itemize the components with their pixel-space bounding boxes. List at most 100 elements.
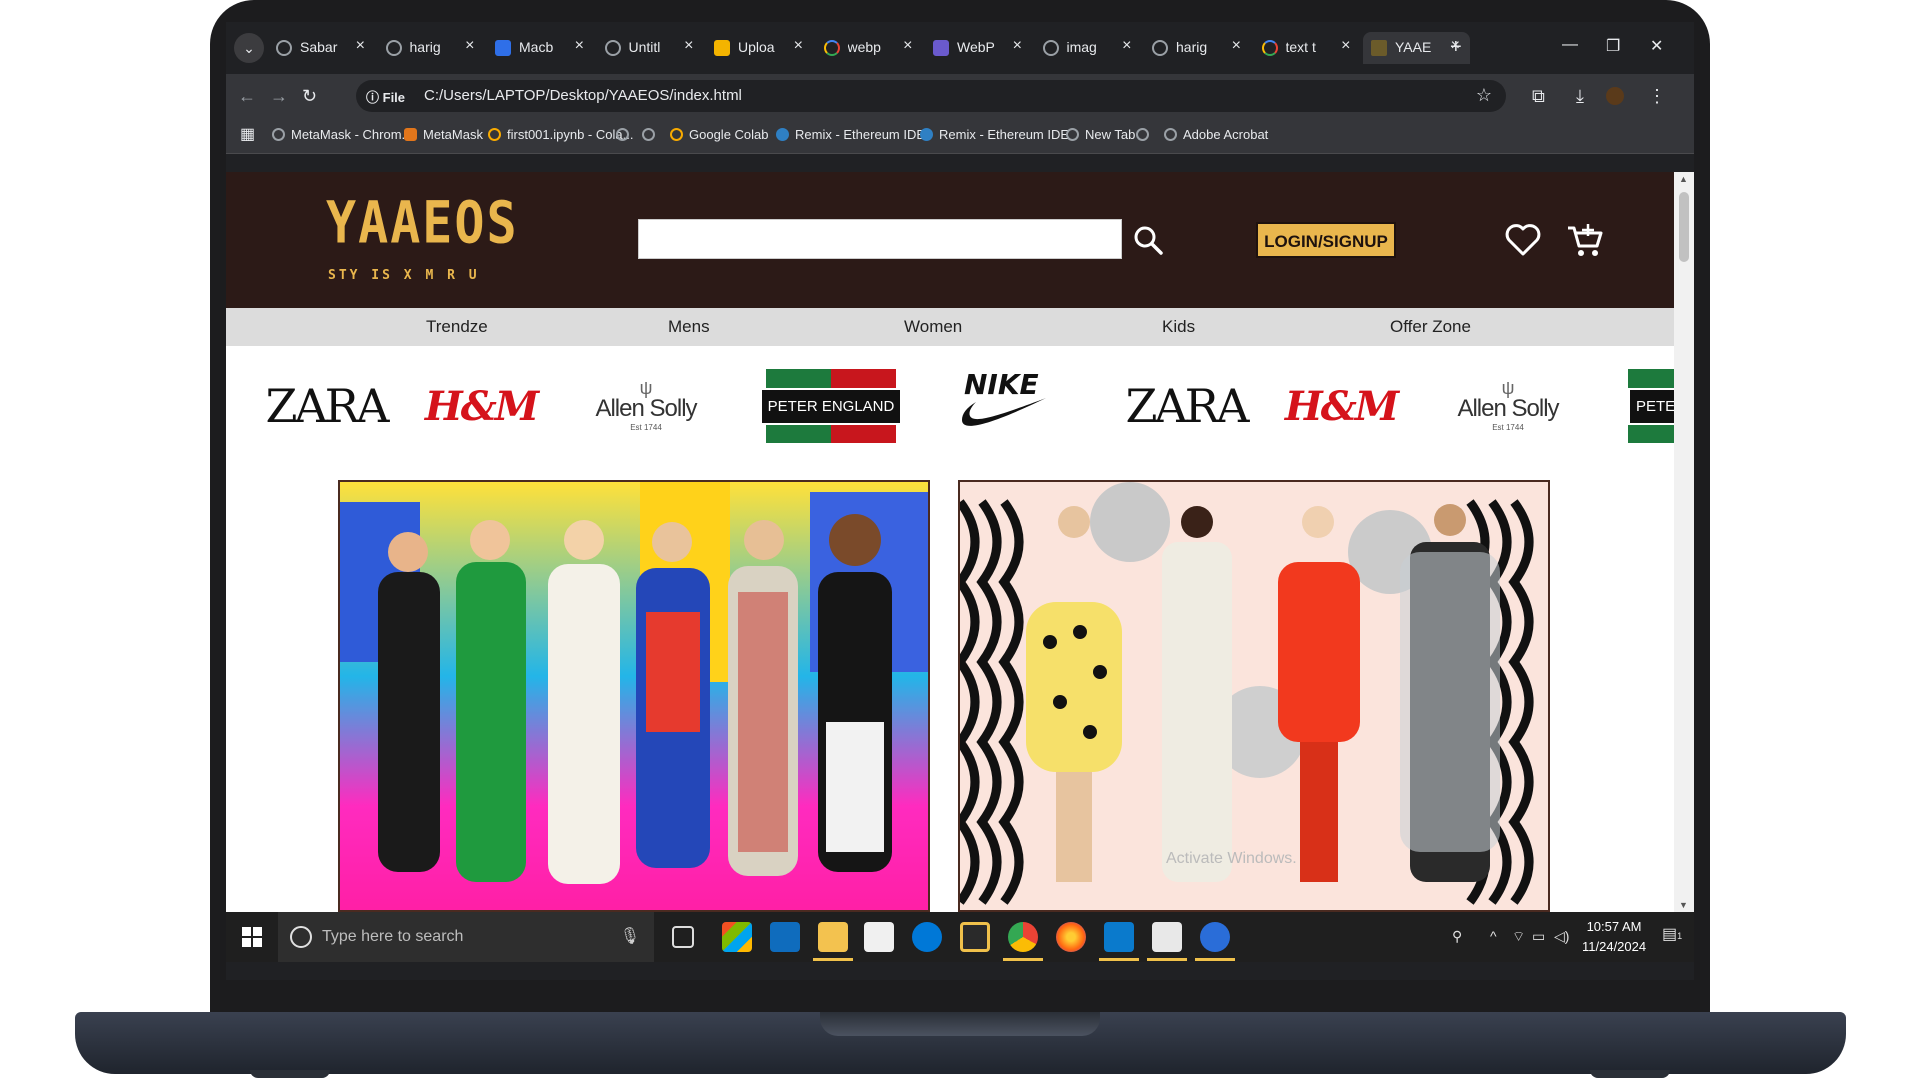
minimize-button[interactable]: — xyxy=(1562,36,1578,54)
wifi-icon[interactable]: ⌔ xyxy=(1512,928,1525,946)
bookmark-item[interactable] xyxy=(642,127,661,142)
tab-search-chevron-icon[interactable]: ⌄ xyxy=(234,33,264,63)
bookmark-item[interactable]: MetaMask - Chrom... xyxy=(272,127,412,142)
windows-start-icon[interactable] xyxy=(242,927,262,952)
taskbar-search-placeholder: Type here to search xyxy=(322,928,464,945)
back-arrow-icon[interactable]: ← xyxy=(238,86,256,107)
vscode-icon[interactable] xyxy=(1104,922,1134,952)
brand-logo-peter-england[interactable]: PETER xyxy=(1628,346,1674,466)
nav-item-women[interactable]: Women xyxy=(904,317,962,337)
people-icon[interactable]: ⚲ xyxy=(1452,928,1462,945)
scrollbar-thumb[interactable] xyxy=(1679,192,1689,262)
extensions-puzzle-icon[interactable]: ⧉ xyxy=(1532,86,1545,107)
brand-logo-allen-solly[interactable]: ψ Allen Solly Est 1744 xyxy=(1438,346,1578,466)
close-tab-icon[interactable]: × xyxy=(356,37,365,55)
task-view-icon[interactable] xyxy=(672,926,694,948)
new-tab-button[interactable]: + xyxy=(1450,36,1462,59)
bookmark-favicon-icon xyxy=(488,128,501,141)
microphone-icon[interactable]: 🎙 xyxy=(620,926,640,946)
taskbar-clock[interactable]: 10:57 AM 11/24/2024 xyxy=(1582,917,1646,957)
wishlist-heart-icon[interactable] xyxy=(1502,220,1544,260)
bookmark-item[interactable]: New Tab xyxy=(1066,127,1135,142)
show-hidden-icons-chevron-up-icon[interactable]: ^ xyxy=(1490,928,1497,944)
site-logo[interactable]: YAAEOS xyxy=(326,190,519,257)
browser-tab[interactable]: Untitl × xyxy=(597,32,704,64)
bookmark-item[interactable]: first001.ipynb - Cola... xyxy=(488,127,633,142)
browser-tab-label: Sabar xyxy=(300,39,338,55)
nav-item-mens[interactable]: Mens xyxy=(668,317,710,337)
photos-app-icon[interactable] xyxy=(1152,922,1182,952)
nav-item-trendze[interactable]: Trendze xyxy=(426,317,488,337)
close-window-button[interactable]: ✕ xyxy=(1650,36,1663,56)
hero-image-street-style[interactable] xyxy=(338,480,930,912)
browser-tab[interactable]: harig × xyxy=(378,32,485,64)
bookmark-item[interactable]: Google Colab xyxy=(670,127,769,142)
brand-logo-zara[interactable]: ZARA xyxy=(1125,346,1249,466)
file-explorer-icon[interactable] xyxy=(818,922,848,952)
settings-gear-icon[interactable] xyxy=(1200,922,1230,952)
apps-grid-icon[interactable]: ▦ xyxy=(240,124,255,144)
close-tab-icon[interactable]: × xyxy=(794,37,803,55)
forward-arrow-icon[interactable]: → xyxy=(270,86,288,107)
scroll-down-arrow-icon[interactable]: ▼ xyxy=(1679,900,1688,910)
close-tab-icon[interactable]: × xyxy=(903,37,912,55)
url-text[interactable]: C:/Users/LAPTOP/Desktop/YAAEOS/index.htm… xyxy=(424,87,742,104)
close-tab-icon[interactable]: × xyxy=(1232,37,1241,55)
mail-icon[interactable] xyxy=(770,922,800,952)
profile-avatar[interactable] xyxy=(1606,87,1624,105)
bookmark-item[interactable]: Remix - Ethereum IDE xyxy=(920,127,1069,142)
nav-item-kids[interactable]: Kids xyxy=(1162,317,1195,337)
bookmark-item[interactable]: Remix - Ethereum IDE xyxy=(776,127,925,142)
notification-center-icon[interactable]: ▤1 xyxy=(1662,924,1682,944)
search-icon[interactable] xyxy=(1128,220,1168,260)
taskbar-search-box[interactable]: Type here to search 🎙 xyxy=(278,912,654,962)
bookmark-item[interactable]: MetaMask xyxy=(404,127,483,142)
bookmark-star-icon[interactable]: ☆ xyxy=(1476,85,1492,106)
globe-icon xyxy=(1152,40,1168,56)
browser-tab[interactable]: Uploa × xyxy=(706,32,813,64)
store-tiles-icon[interactable] xyxy=(722,922,752,952)
nav-item-offer-zone[interactable]: Offer Zone xyxy=(1390,317,1471,337)
browser-tab[interactable]: Macb × xyxy=(487,32,594,64)
firefox-browser-icon[interactable] xyxy=(1056,922,1086,952)
volume-speaker-icon[interactable]: ◁) xyxy=(1554,928,1569,945)
browser-tab[interactable]: imag × xyxy=(1035,32,1142,64)
close-tab-icon[interactable]: × xyxy=(1122,37,1131,55)
close-tab-icon[interactable]: × xyxy=(684,37,693,55)
brand-logo-nike[interactable]: NIKE xyxy=(944,346,1064,466)
browser-tab[interactable]: text t × xyxy=(1254,32,1361,64)
close-tab-icon[interactable]: × xyxy=(1341,37,1350,55)
page-scrollbar[interactable]: ▲ ▼ xyxy=(1674,172,1694,912)
login-signup-button[interactable]: LOGIN/SIGNUP xyxy=(1256,222,1396,258)
browser-tab[interactable]: WebP × xyxy=(925,32,1032,64)
chrome-browser-icon[interactable] xyxy=(1008,922,1038,952)
kebab-menu-icon[interactable]: ⋮ xyxy=(1648,86,1666,107)
brand-logo-hm[interactable]: H&M xyxy=(416,346,546,466)
git-app-icon[interactable] xyxy=(960,922,990,952)
browser-tab[interactable]: webp × xyxy=(816,32,923,64)
close-tab-icon[interactable]: × xyxy=(1013,37,1022,55)
address-bar[interactable]: ⓘ File C:/Users/LAPTOP/Desktop/YAAEOS/in… xyxy=(356,80,1506,112)
edge-browser-icon[interactable] xyxy=(912,922,942,952)
site-search-input[interactable] xyxy=(638,219,1122,259)
download-icon[interactable]: ⤓ xyxy=(1576,86,1584,107)
scroll-up-arrow-icon[interactable]: ▲ xyxy=(1679,174,1688,184)
reload-icon[interactable]: ↻ xyxy=(302,86,317,107)
microsoft-store-icon[interactable] xyxy=(864,922,894,952)
bookmark-item[interactable] xyxy=(616,127,635,142)
brand-logo-hm[interactable]: H&M xyxy=(1276,346,1406,466)
close-tab-icon[interactable]: × xyxy=(465,37,474,55)
battery-icon[interactable]: ▭ xyxy=(1532,928,1545,945)
restore-button[interactable]: ❐ xyxy=(1606,36,1620,56)
close-tab-icon[interactable]: × xyxy=(575,37,584,55)
bookmark-item[interactable] xyxy=(1136,127,1155,142)
brand-logo-allen-solly[interactable]: ψ Allen Solly Est 1744 xyxy=(576,346,716,466)
browser-tab[interactable]: harig × xyxy=(1144,32,1251,64)
bookmark-item[interactable]: Adobe Acrobat xyxy=(1164,127,1268,142)
browser-tab[interactable]: Sabar × xyxy=(268,32,375,64)
brand-logo-peter-england[interactable]: PETER ENGLAND xyxy=(759,346,903,466)
cart-icon[interactable] xyxy=(1564,220,1606,260)
hero-image-runway[interactable] xyxy=(958,480,1550,912)
brand-logo-zara[interactable]: ZARA xyxy=(265,346,389,466)
file-info-chip[interactable]: ⓘ File xyxy=(366,87,405,106)
